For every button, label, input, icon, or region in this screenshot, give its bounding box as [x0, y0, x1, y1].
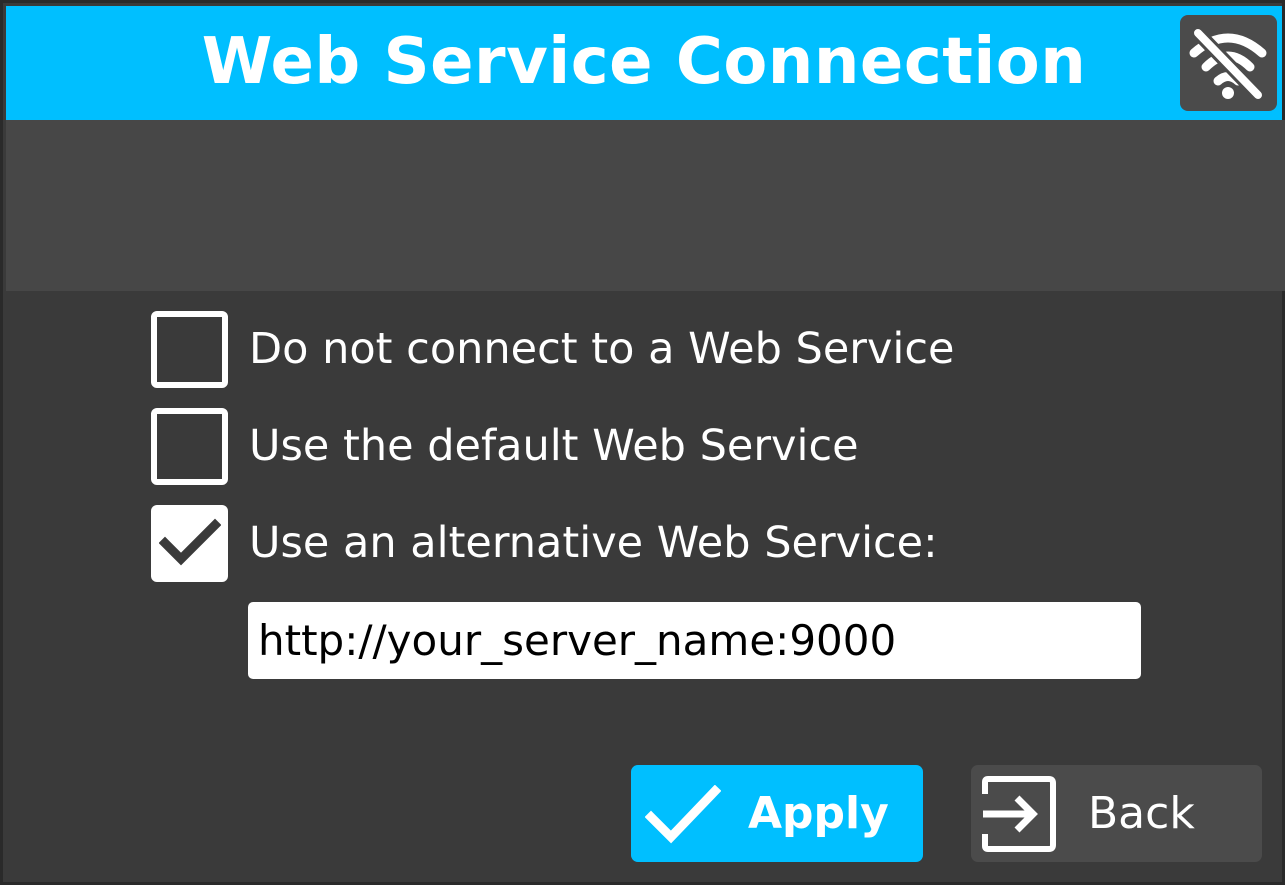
connection-status-button[interactable]	[1180, 15, 1277, 111]
checkbox-alternative-service[interactable]	[151, 505, 228, 582]
checkmark-icon	[645, 785, 721, 844]
option-alternative-service[interactable]: Use an alternative Web Service:	[151, 505, 1051, 582]
back-label: Back	[1088, 788, 1195, 839]
option-default-service[interactable]: Use the default Web Service	[151, 408, 1051, 485]
service-url-input[interactable]	[248, 602, 1141, 679]
checkbox-no-connection[interactable]	[151, 311, 228, 388]
option-no-connection[interactable]: Do not connect to a Web Service	[151, 311, 1051, 388]
option-label: Use an alternative Web Service:	[249, 518, 938, 568]
wifi-off-icon	[1189, 26, 1267, 101]
apply-button[interactable]: Apply	[631, 765, 923, 862]
web-service-dialog: Web Service Connection Do not connect to…	[0, 0, 1285, 885]
back-button[interactable]: Back	[971, 765, 1262, 862]
checkmark-icon	[159, 518, 221, 566]
option-label: Use the default Web Service	[249, 421, 859, 471]
dialog-title: Web Service Connection	[201, 25, 1087, 99]
apply-label: Apply	[748, 788, 889, 839]
checkbox-default-service[interactable]	[151, 408, 228, 485]
status-area	[6, 120, 1285, 291]
option-label: Do not connect to a Web Service	[249, 324, 955, 374]
exit-icon	[982, 776, 1056, 852]
